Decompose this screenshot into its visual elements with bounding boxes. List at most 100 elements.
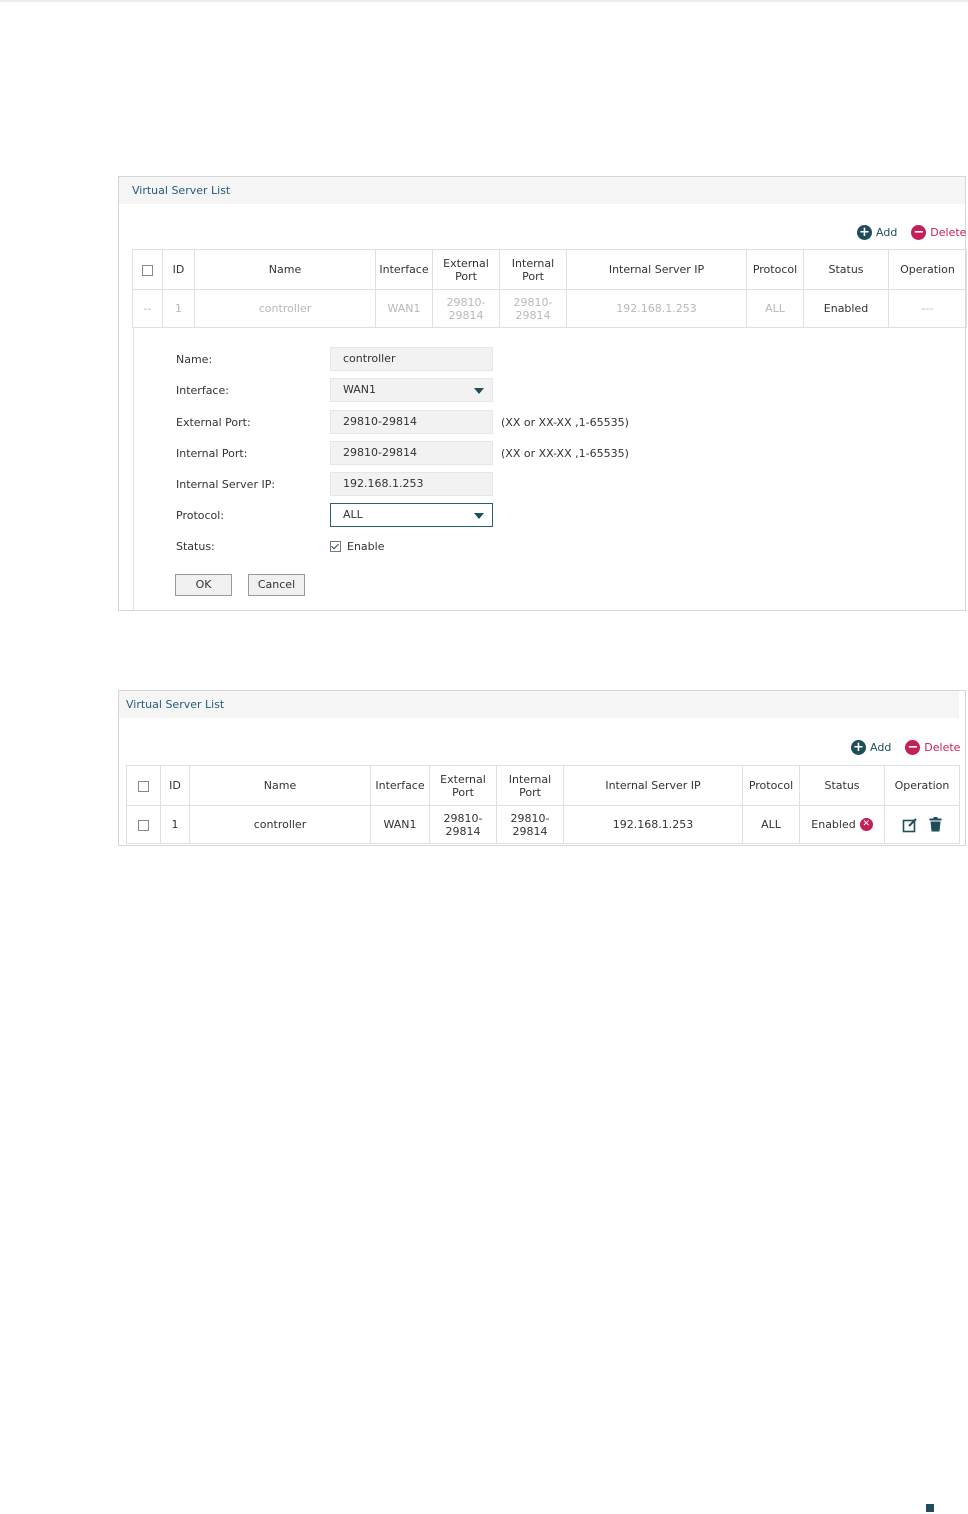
server-ip-input[interactable]: 192.168.1.253 (330, 472, 493, 496)
col-interface: Interface (370, 765, 430, 806)
internal-port-input[interactable]: 29810-29814 (330, 441, 493, 465)
col-internal-port: Internal Port (496, 765, 564, 806)
add-button[interactable]: + Add (857, 224, 897, 240)
page-marker (926, 1504, 934, 1512)
minus-circle-icon: − (911, 224, 927, 240)
edit-icon[interactable] (902, 817, 918, 833)
table-row: -- 1 controller WAN1 29810-29814 29810-2… (132, 289, 967, 328)
delete-button[interactable]: − Delete (905, 739, 960, 755)
external-port-row: External Port: 29810-29814 (XX or XX-XX … (176, 410, 629, 434)
edit-form: Name: controller Interface: WAN1 Externa… (133, 328, 967, 611)
col-protocol: Protocol (746, 249, 804, 290)
row-checkbox[interactable] (138, 819, 149, 831)
row-select: -- (132, 289, 163, 328)
col-internal-port: Internal Port (499, 249, 567, 290)
virtual-server-list-panel-edit: Virtual Server List + Add − Delete ID Na… (118, 176, 967, 611)
col-name: Name (194, 249, 376, 290)
ok-button[interactable]: OK (175, 574, 232, 596)
row-protocol: ALL (746, 289, 804, 328)
interface-label: Interface: (176, 383, 229, 397)
row-protocol: ALL (742, 805, 800, 844)
select-all-cell (126, 765, 161, 806)
col-id: ID (162, 249, 195, 290)
internal-port-row: Internal Port: 29810-29814 (XX or XX-XX … (176, 441, 629, 465)
external-port-label: External Port: (176, 415, 251, 429)
name-label: Name: (176, 352, 213, 366)
virtual-server-table: ID Name Interface External Port Internal… (132, 249, 967, 328)
virtual-server-table: ID Name Interface External Port Internal… (126, 765, 960, 844)
name-row: Name: controller (176, 347, 493, 371)
row-select (126, 805, 161, 844)
plus-circle-icon: + (851, 739, 866, 755)
col-interface: Interface (375, 249, 433, 290)
protocol-row: Protocol: ALL (176, 503, 493, 527)
col-status: Status (803, 249, 889, 290)
col-name: Name (189, 765, 371, 806)
panel-title: Virtual Server List (119, 177, 965, 204)
dropdown-caret-icon (474, 513, 484, 519)
delete-button[interactable]: − Delete (911, 224, 966, 240)
row-internal-port: 29810-29814 (496, 805, 564, 844)
status-row: Status: Enable (176, 534, 384, 558)
row-operation: --- (888, 289, 967, 328)
row-external-port: 29810-29814 (432, 289, 500, 328)
row-id: 1 (160, 805, 190, 844)
plus-circle-icon: + (857, 224, 872, 240)
row-status: Enabled (803, 289, 889, 328)
name-input[interactable]: controller (330, 347, 493, 371)
row-status: Enabled ✕ (799, 805, 885, 844)
table-row: 1 controller WAN1 29810-29814 29810-2981… (126, 805, 960, 844)
disable-x-icon[interactable]: ✕ (859, 818, 873, 832)
table-header: ID Name Interface External Port Internal… (132, 249, 967, 290)
dropdown-caret-icon (474, 388, 484, 394)
col-external-port: External Port (429, 765, 497, 806)
col-internal-server-ip: Internal Server IP (566, 249, 747, 290)
server-ip-row: Internal Server IP: 192.168.1.253 (176, 472, 493, 496)
row-interface: WAN1 (370, 805, 430, 844)
table-header: ID Name Interface External Port Internal… (126, 765, 960, 806)
minus-circle-icon: − (905, 739, 921, 755)
row-name: controller (189, 805, 371, 844)
protocol-selected-value: ALL (343, 508, 363, 521)
enable-checkbox[interactable] (330, 540, 341, 552)
internal-port-label: Internal Port: (176, 446, 248, 460)
virtual-server-list-panel-saved: Virtual Server List + Add − Delete ID Na… (118, 690, 966, 846)
row-server-ip: 192.168.1.253 (563, 805, 743, 844)
external-port-input[interactable]: 29810-29814 (330, 410, 493, 434)
interface-row: Interface: WAN1 (176, 378, 493, 402)
interface-selected-value: WAN1 (343, 383, 377, 396)
add-button[interactable]: + Add (851, 739, 891, 755)
row-interface: WAN1 (375, 289, 433, 328)
status-text: Enabled (811, 817, 856, 831)
row-id: 1 (162, 289, 195, 328)
row-internal-port: 29810-29814 (499, 289, 567, 328)
protocol-label: Protocol: (176, 508, 225, 522)
protocol-select[interactable]: ALL (330, 503, 493, 527)
interface-select[interactable]: WAN1 (330, 378, 493, 402)
col-internal-server-ip: Internal Server IP (563, 765, 743, 806)
col-external-port: External Port (432, 249, 500, 290)
list-toolbar: + Add − Delete (837, 739, 960, 755)
status-label: Status: (176, 539, 215, 553)
col-operation: Operation (884, 765, 960, 806)
trash-icon[interactable] (929, 817, 942, 832)
list-toolbar: + Add − Delete (843, 224, 966, 240)
select-all-checkbox[interactable] (138, 780, 149, 792)
col-operation: Operation (888, 249, 967, 290)
row-operation (884, 805, 960, 844)
select-all-checkbox[interactable] (142, 264, 153, 276)
enable-label: Enable (347, 539, 385, 553)
external-port-hint: (XX or XX-XX ,1-65535) (501, 415, 629, 429)
internal-port-hint: (XX or XX-XX ,1-65535) (501, 446, 629, 460)
col-status: Status (799, 765, 885, 806)
row-name: controller (194, 289, 376, 328)
row-external-port: 29810-29814 (429, 805, 497, 844)
col-id: ID (160, 765, 190, 806)
cancel-button[interactable]: Cancel (248, 574, 305, 596)
panel-title: Virtual Server List (119, 691, 959, 718)
col-protocol: Protocol (742, 765, 800, 806)
select-all-cell (132, 249, 163, 290)
server-ip-label: Internal Server IP: (176, 477, 276, 491)
row-server-ip: 192.168.1.253 (566, 289, 747, 328)
top-rule (0, 0, 968, 2)
